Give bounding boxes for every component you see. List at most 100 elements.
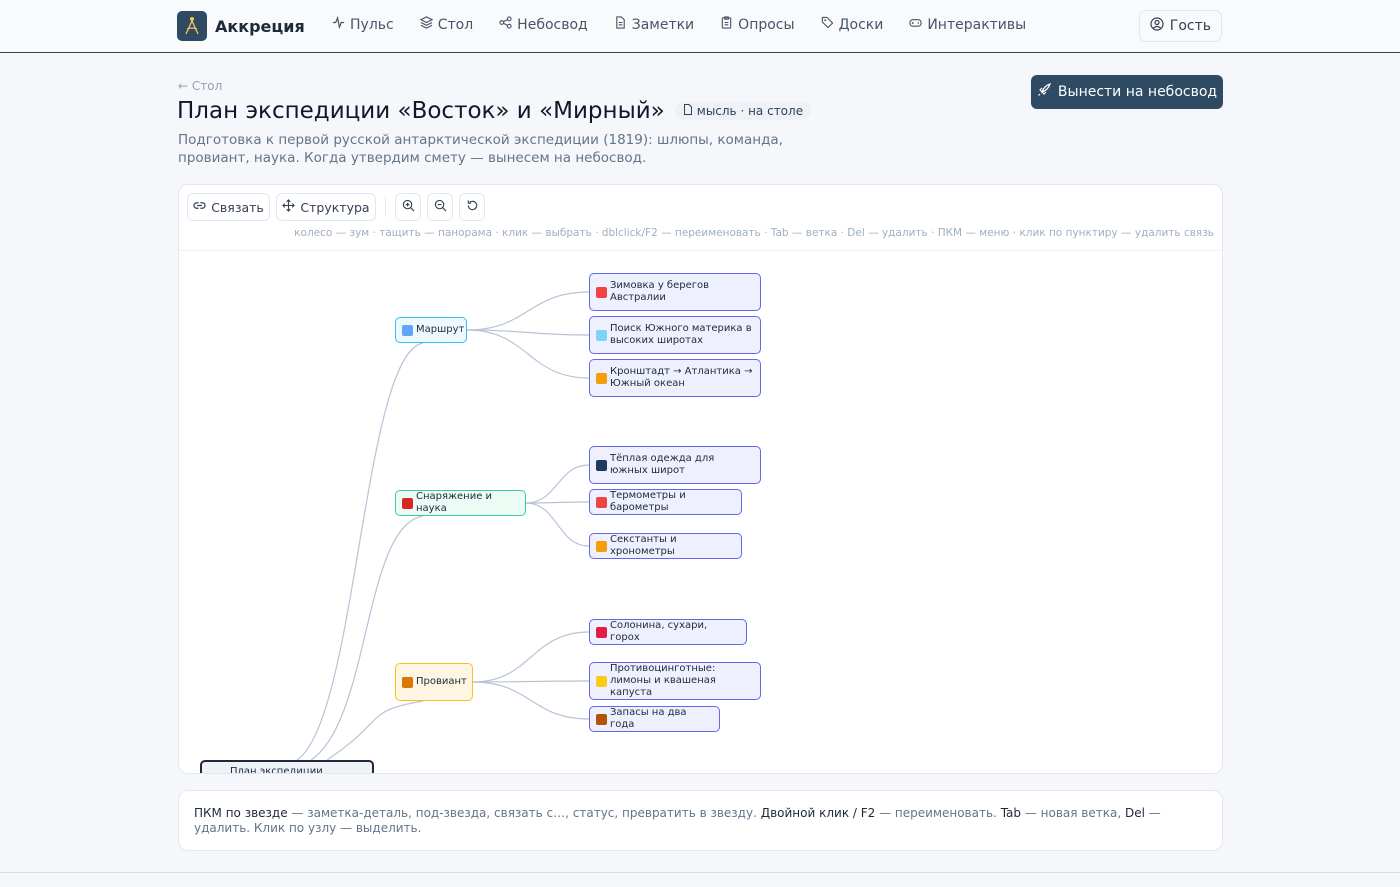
clipboard-icon: [720, 16, 733, 33]
compass-icon: [596, 372, 607, 384]
help-del-label: Del: [1124, 806, 1145, 820]
node-label: Кронштадт → Атлантика → Южный океан: [610, 366, 753, 389]
edge-branch-leaf[interactable]: [472, 631, 590, 683]
canvas-hint: колесо — зум · тащить — панорама · клик …: [294, 227, 1214, 239]
mindmap-branch-node[interactable]: Снаряжение и наука: [395, 490, 526, 516]
help-card: ПКМ по звезде — заметка-деталь, под-звез…: [178, 790, 1223, 851]
edge-branch-leaf[interactable]: [472, 680, 590, 683]
top-bar: Аккреция Пульс Стол Небосвод Заметки Опр…: [0, 0, 1400, 53]
thermometer-icon: [596, 496, 607, 508]
node-label: Солонина, сухари, горох: [610, 620, 708, 643]
nav-item-label: Небосвод: [517, 16, 588, 33]
help-rmb-text: — заметка-деталь, под-звезда, связать с……: [287, 806, 761, 820]
mindmap-leaf-node[interactable]: Тёплая одежда для южных широт: [589, 446, 761, 484]
mindmap-leaf-node[interactable]: Запасы на два года: [589, 706, 720, 732]
user-circle-icon: [1150, 17, 1164, 35]
coat-icon: [596, 459, 607, 471]
edge-branch-leaf[interactable]: [466, 329, 590, 379]
node-label: Снаряжение и наука: [416, 491, 493, 514]
nav-item-pulse[interactable]: Пульс: [332, 15, 394, 33]
mindmap-leaf-node[interactable]: Солонина, сухари, горох: [589, 619, 747, 645]
edge-branch-leaf[interactable]: [525, 502, 590, 547]
zoom-in-icon: [402, 199, 415, 215]
mindmap-canvas-card: Связать Структура колесо — зум · тащить …: [178, 184, 1223, 774]
edge-root-branch[interactable]: [310, 515, 424, 761]
zoom-out-icon: [434, 199, 447, 215]
edge-branch-leaf[interactable]: [466, 291, 590, 331]
mindmap-leaf-node[interactable]: Секстанты и хронометры: [589, 533, 742, 559]
nav-item-desk[interactable]: Стол: [419, 16, 474, 33]
nav-item-polls[interactable]: Опросы: [720, 16, 795, 33]
node-label: Запасы на два года: [610, 707, 687, 730]
node-label: Провиант: [416, 676, 467, 687]
zoom-in-button[interactable]: [395, 193, 421, 221]
brand[interactable]: Аккреция: [177, 11, 305, 41]
mindmap-leaf-node[interactable]: Зимовка у берегов Австралии: [589, 273, 761, 311]
node-label: План экспедиции: [230, 766, 323, 774]
main-nav: Пульс Стол Небосвод Заметки Опросы Доски…: [332, 15, 1026, 33]
status-badge-label: мысль · на столе: [696, 104, 804, 118]
structure-button[interactable]: Структура: [276, 193, 376, 221]
backpack-icon: [402, 497, 413, 509]
meat-icon: [596, 626, 607, 638]
guest-button[interactable]: Гость: [1138, 10, 1222, 42]
link-label: Связать: [211, 199, 264, 215]
nav-item-notes[interactable]: Заметки: [614, 16, 694, 33]
guest-label: Гость: [1169, 18, 1211, 34]
node-label: Тёплая одежда для южных широт: [610, 453, 715, 476]
edge-branch-leaf[interactable]: [472, 681, 590, 720]
mindmap-area[interactable]: План экспедиции Маршрут Зимовка у берегов …: [179, 251, 1222, 774]
document-icon: [614, 16, 627, 33]
box-icon: [596, 713, 607, 725]
node-label: Секстанты и хронометры: [610, 534, 677, 557]
structure-label: Структура: [300, 199, 370, 215]
zoom-out-button[interactable]: [427, 193, 453, 221]
mindmap-root-node[interactable]: План экспедиции: [200, 760, 374, 774]
share-icon: [499, 16, 512, 33]
node-label: Термометры и барометры: [610, 490, 686, 513]
nav-item-label: Пульс: [350, 16, 394, 33]
link-button[interactable]: Связать: [187, 193, 270, 221]
toolbar-divider: [385, 197, 386, 217]
mindmap-leaf-node[interactable]: Поиск Южного материка в высоких широтах: [589, 316, 761, 354]
node-label: Поиск Южного материка в высоких широтах: [610, 323, 752, 346]
ice-cube-icon: [596, 329, 607, 341]
node-label: Маршрут: [416, 324, 465, 335]
pulse-icon: [332, 15, 345, 33]
node-label: Зимовка у берегов Австралии: [610, 280, 709, 303]
gamepad-icon: [909, 16, 922, 33]
nav-item-label: Заметки: [631, 16, 695, 33]
edge-root-branch[interactable]: [326, 700, 424, 761]
nav-item-label: Стол: [437, 16, 474, 33]
help-rmb-label: ПКМ по звезде: [194, 806, 288, 820]
edge-branch-leaf[interactable]: [525, 464, 590, 504]
app-name: Аккреция: [215, 16, 305, 36]
footer-divider: [0, 872, 1400, 873]
mindmap-leaf-node[interactable]: Кронштадт → Атлантика → Южный океан: [589, 359, 761, 397]
compass-icon: [596, 540, 607, 552]
publish-to-sky-button[interactable]: Вынести на небосвод: [1031, 75, 1223, 109]
mindmap-branch-node[interactable]: Маршрут: [395, 317, 467, 343]
help-tab-text: — новая ветка,: [1021, 806, 1125, 820]
edge-branch-leaf[interactable]: [466, 329, 590, 336]
back-link[interactable]: ← Стол: [178, 79, 222, 93]
app-logo: [177, 11, 207, 41]
move-icon: [282, 199, 296, 215]
mindmap-branch-node[interactable]: Провиант: [395, 663, 473, 701]
reset-view-button[interactable]: [459, 193, 485, 221]
jar-icon: [402, 676, 413, 688]
lemon-icon: [596, 675, 607, 687]
mindmap-leaf-node[interactable]: Термометры и барометры: [589, 489, 742, 515]
page-title: План экспедиции «Восток» и «Мирный» мысл…: [177, 98, 812, 124]
refresh-icon: [466, 199, 479, 215]
help-dbl-label: Двойной клик / F2: [760, 806, 876, 820]
document-icon: [683, 104, 693, 118]
help-dbl-text: — переименовать.: [875, 806, 1001, 820]
nav-item-interactives[interactable]: Интерактивы: [909, 16, 1026, 33]
nav-item-boards[interactable]: Доски: [821, 16, 883, 33]
rocket-icon: [1037, 83, 1051, 101]
canvas-toolbar: Связать Структура колесо — зум · тащить …: [179, 185, 1222, 251]
mindmap-leaf-node[interactable]: Противоцинготные: лимоны и квашеная капу…: [589, 662, 761, 700]
nav-item-sky[interactable]: Небосвод: [499, 16, 588, 33]
publish-label: Вынести на небосвод: [1057, 84, 1218, 100]
